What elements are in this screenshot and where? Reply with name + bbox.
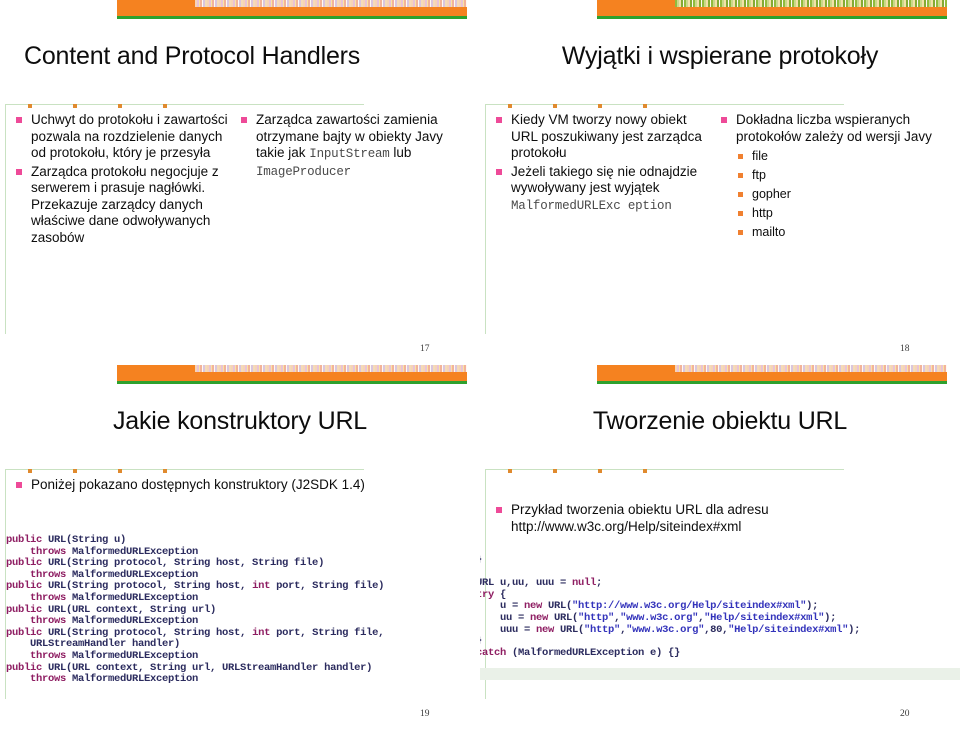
band-confetti-texture xyxy=(675,365,947,372)
page-number: 17 xyxy=(420,344,430,354)
band-confetti-texture xyxy=(675,0,947,7)
code-block-url-creation-example: } URL u,uu, uuu = null; try { u = new UR… xyxy=(480,554,861,659)
bullet-list: Uchwyt do protokołu i zawartości pozwala… xyxy=(14,112,229,246)
slide-deck: Content and Protocol Handlers Uchwyt do … xyxy=(0,0,960,730)
list-item: Jeżeli takiego się nie odnajdzie wywoływ… xyxy=(494,164,709,215)
page-number: 20 xyxy=(900,709,910,719)
slide-wyjatki-i-wspierane-protokoly: Wyjątki i wspierane protokoły Kiedy VM t… xyxy=(480,0,960,365)
list-item: Uchwyt do protokołu i zawartości pozwala… xyxy=(14,112,229,162)
list-item-text: Dokładna liczba wspieranych protokołów z… xyxy=(736,112,932,144)
band-green-line xyxy=(117,381,467,384)
slide-tworzenie-obiektu-url: Tworzenie obiektu URL Przykład tworzenia… xyxy=(480,365,960,730)
code-term-inputstream: InputStream xyxy=(309,147,390,161)
list-item: Zarządca zawartości zamienia otrzymane b… xyxy=(239,112,454,180)
band-confetti-texture xyxy=(195,0,467,7)
page-number: 19 xyxy=(420,709,430,719)
bullet-list: Dokładna liczba wspieranych protokołów z… xyxy=(719,112,934,242)
divider-dot-marks xyxy=(508,469,648,473)
content-columns: Uchwyt do protokołu i zawartości pozwala… xyxy=(14,112,474,248)
band-green-line xyxy=(117,16,467,19)
bullet-list: Poniżej pokazano dostępnych konstruktory… xyxy=(14,477,454,494)
bullet-list: Przykład tworzenia obiektu URL dla adres… xyxy=(494,502,934,535)
band-green-line xyxy=(597,16,947,19)
code-block-bottom-strip xyxy=(480,668,960,680)
sub-list-item-mailto: mailto xyxy=(736,223,934,242)
header-decoration-band xyxy=(117,0,467,19)
list-item: Poniżej pokazano dostępnych konstruktory… xyxy=(14,477,454,494)
divider-dot-marks xyxy=(28,104,168,108)
content-column-full: Przykład tworzenia obiektu URL dla adres… xyxy=(494,502,934,537)
list-item: Kiedy VM tworzy nowy obiekt URL poszukiw… xyxy=(494,112,709,162)
list-item-text: Jeżeli takiego się nie odnajdzie wywoływ… xyxy=(511,163,698,196)
content-columns: Poniżej pokazano dostępnych konstruktory… xyxy=(14,477,474,496)
content-column-right: Dokładna liczba wspieranych protokołów z… xyxy=(719,112,934,244)
list-item: Dokładna liczba wspieranych protokołów z… xyxy=(719,112,934,242)
page-title: Jakie konstruktory URL xyxy=(112,407,368,435)
divider-dot-marks xyxy=(28,469,168,473)
page-title: Content and Protocol Handlers xyxy=(24,42,361,70)
slide-jakie-konstruktory-url: Jakie konstruktory URL Poniżej pokazano … xyxy=(0,365,480,730)
content-column-left: Uchwyt do protokołu i zawartości pozwala… xyxy=(14,112,229,248)
content-column-left: Kiedy VM tworzy nowy obiekt URL poszukiw… xyxy=(494,112,709,244)
divider-dot-marks xyxy=(508,104,648,108)
band-green-line xyxy=(597,381,947,384)
content-column-full: Poniżej pokazano dostępnych konstruktory… xyxy=(14,477,454,496)
page-title: Tworzenie obiektu URL xyxy=(592,407,848,435)
bullet-list: Zarządca zawartości zamienia otrzymane b… xyxy=(239,112,454,180)
list-item: Zarządca protokołu negocjuje z serwerem … xyxy=(14,164,229,247)
content-column-right: Zarządca zawartości zamienia otrzymane b… xyxy=(239,112,454,248)
page-number: 18 xyxy=(900,344,910,354)
code-term-malformedurlexception: MalformedURLExc eption xyxy=(511,198,672,213)
list-item: Przykład tworzenia obiektu URL dla adres… xyxy=(494,502,934,535)
content-columns: Kiedy VM tworzy nowy obiekt URL poszukiw… xyxy=(494,112,954,244)
sub-list-item-http: http xyxy=(736,204,934,223)
sub-bullet-list: file ftp gopher http mailto xyxy=(736,147,934,242)
code-block-url-constructors: public URL(String u) throws MalformedURL… xyxy=(6,534,385,686)
content-columns: Przykład tworzenia obiektu URL dla adres… xyxy=(494,502,954,537)
header-decoration-band xyxy=(117,365,467,384)
slide-content-and-protocol-handlers: Content and Protocol Handlers Uchwyt do … xyxy=(0,0,480,365)
bullet-list: Kiedy VM tworzy nowy obiekt URL poszukiw… xyxy=(494,112,709,214)
sub-list-item-gopher: gopher xyxy=(736,185,934,204)
code-term-imageproducer: ImageProducer xyxy=(256,164,351,179)
band-confetti-texture xyxy=(195,365,467,372)
list-item-text-mid: lub xyxy=(389,145,412,160)
header-decoration-band xyxy=(597,0,947,19)
page-title: Wyjątki i wspierane protokoły xyxy=(561,42,879,70)
header-decoration-band xyxy=(597,365,947,384)
sub-list-item-file: file xyxy=(736,147,934,166)
sub-list-item-ftp: ftp xyxy=(736,166,934,185)
